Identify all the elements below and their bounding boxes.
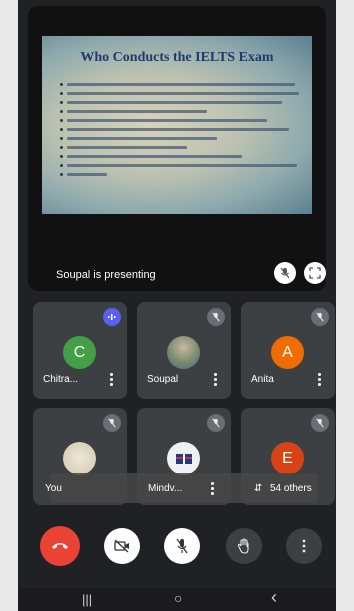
audio-wave-icon (108, 314, 116, 320)
participant-tile[interactable]: A Anita (241, 302, 335, 399)
mic-off-icon (316, 312, 324, 322)
more-options-button[interactable] (286, 528, 322, 564)
mic-off-icon (316, 418, 324, 428)
mic-off-icon (176, 538, 188, 554)
raise-hand-icon (237, 538, 249, 554)
slide-bullet (60, 118, 300, 124)
fullscreen-button[interactable] (304, 262, 326, 284)
mic-off-icon (212, 418, 220, 428)
camera-off-icon (114, 539, 129, 553)
meet-app-screen: Who Conducts the IELTS Exam Soupal is pr… (18, 0, 336, 611)
participant-name: You (45, 483, 62, 494)
shared-slide: Who Conducts the IELTS Exam (42, 36, 312, 214)
avatar-logo (167, 442, 200, 475)
participant-tile[interactable]: Soupal (137, 302, 231, 399)
mic-off-icon (280, 267, 290, 279)
system-nav-bar: ||| ○ ‹ (18, 587, 336, 611)
others-icon: ⇵ (254, 483, 263, 494)
mic-toggle-button[interactable] (164, 528, 200, 564)
avatar: E (271, 442, 304, 475)
muted-indicator (207, 414, 225, 432)
camera-toggle-button[interactable] (104, 528, 140, 564)
muted-indicator (311, 308, 329, 326)
presentation-panel: Who Conducts the IELTS Exam Soupal is pr… (28, 6, 326, 291)
flag-logo-icon (175, 453, 192, 464)
end-call-icon (52, 543, 68, 549)
avatar-photo (167, 336, 200, 369)
mic-off-icon (108, 418, 116, 428)
others-count: 54 others (270, 483, 312, 494)
end-call-button[interactable] (40, 526, 80, 566)
slide-bullet (60, 82, 300, 88)
slide-bullet (60, 109, 300, 115)
participant-tile[interactable]: C Chitra... (33, 302, 127, 399)
slide-bullet-list (60, 82, 300, 181)
more-options-icon[interactable] (110, 373, 113, 386)
home-button[interactable]: ○ (174, 590, 182, 606)
more-options-icon[interactable] (214, 373, 217, 386)
presenter-label: Soupal is presenting (56, 269, 156, 281)
slide-title: Who Conducts the IELTS Exam (80, 50, 274, 65)
fullscreen-icon (309, 267, 321, 279)
speaking-indicator (103, 308, 121, 326)
participant-name: Soupal (147, 374, 179, 385)
participant-name: Mindv... (148, 483, 183, 494)
slide-bullet (60, 145, 300, 151)
more-options-icon[interactable] (211, 482, 214, 495)
participant-name: Anita (251, 374, 274, 385)
mute-presentation-button[interactable] (274, 262, 296, 284)
muted-indicator (103, 414, 121, 432)
recents-button[interactable]: ||| (82, 592, 92, 607)
slide-bullet (60, 172, 300, 178)
back-button[interactable]: ‹ (271, 587, 277, 608)
slide-bullet (60, 154, 300, 160)
raise-hand-button[interactable] (226, 528, 262, 564)
avatar-photo (63, 442, 96, 475)
slide-bullet (60, 163, 300, 169)
muted-indicator (207, 308, 225, 326)
slide-bullet (60, 136, 300, 142)
muted-indicator (311, 414, 329, 432)
slide-bullet (60, 91, 300, 97)
slide-bullet (60, 127, 300, 133)
more-options-icon[interactable] (318, 373, 321, 386)
more-options-icon (302, 539, 306, 553)
slide-bullet (60, 100, 300, 106)
mic-off-icon (212, 312, 220, 322)
avatar: C (63, 336, 96, 369)
participant-name: Chitra... (43, 374, 79, 385)
avatar: A (271, 336, 304, 369)
